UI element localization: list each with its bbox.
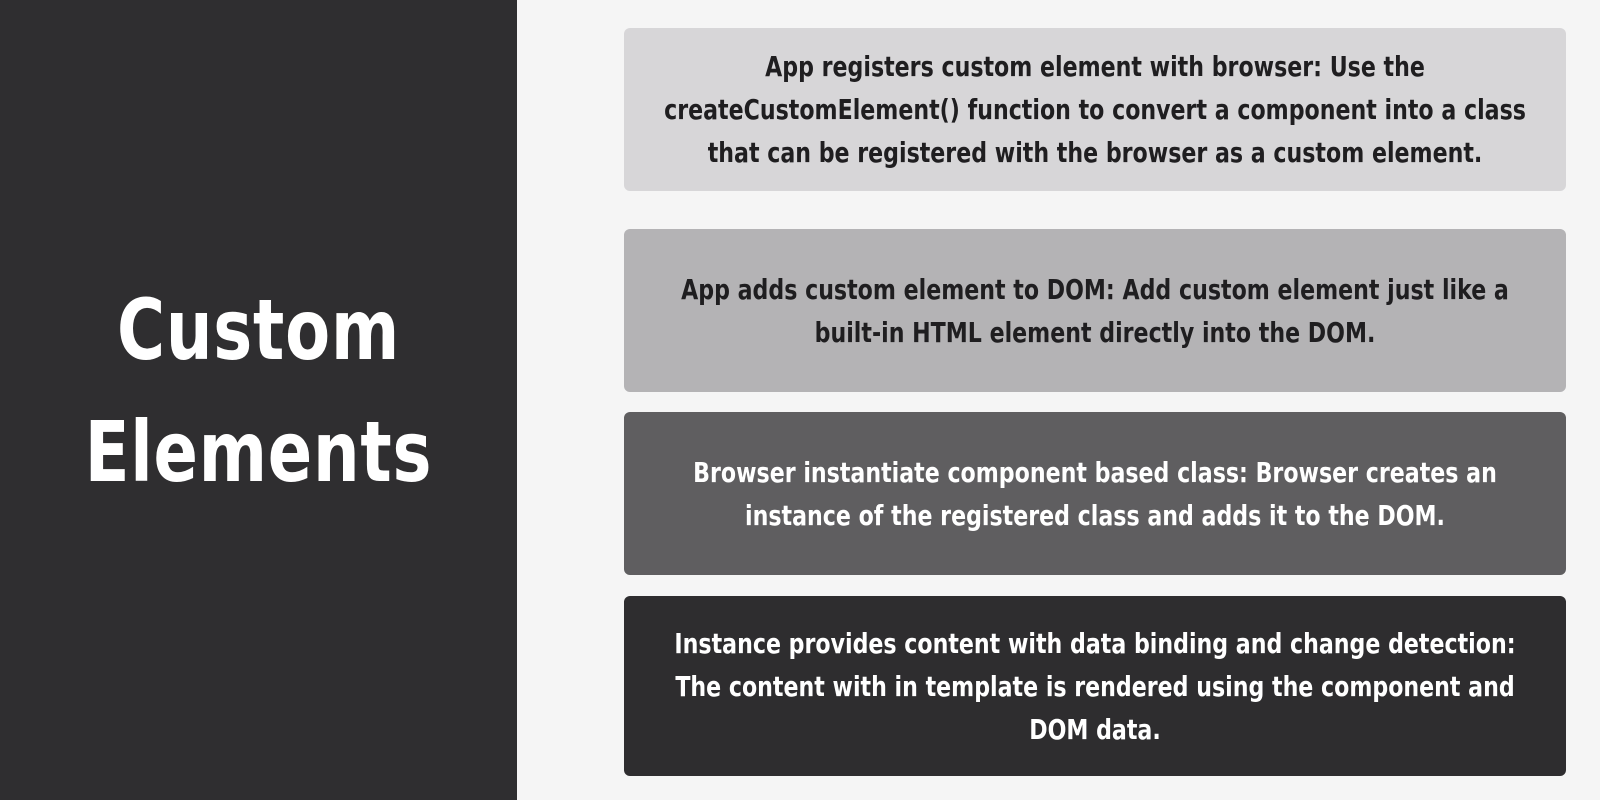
- step-text: App registers custom element with browse…: [664, 50, 1526, 169]
- slide-title: Custom Elements: [57, 269, 460, 513]
- step-box-add-to-dom: App adds custom element to DOM: Add cust…: [624, 229, 1566, 392]
- step-text: Instance provides content with data bind…: [674, 626, 1516, 746]
- step-box-instantiate: Browser instantiate component based clas…: [624, 412, 1566, 575]
- step-text: Browser instantiate component based clas…: [693, 455, 1497, 532]
- step-box-register: App registers custom element with browse…: [624, 28, 1566, 191]
- slide: Custom Elements App registers custom ele…: [0, 0, 1600, 800]
- step-box-render-content: Instance provides content with data bind…: [624, 596, 1566, 776]
- title-line-1: Custom: [116, 281, 401, 379]
- step-text: App adds custom element to DOM: Add cust…: [681, 272, 1509, 349]
- title-panel: Custom Elements: [0, 0, 517, 800]
- title-line-2: Elements: [84, 403, 433, 501]
